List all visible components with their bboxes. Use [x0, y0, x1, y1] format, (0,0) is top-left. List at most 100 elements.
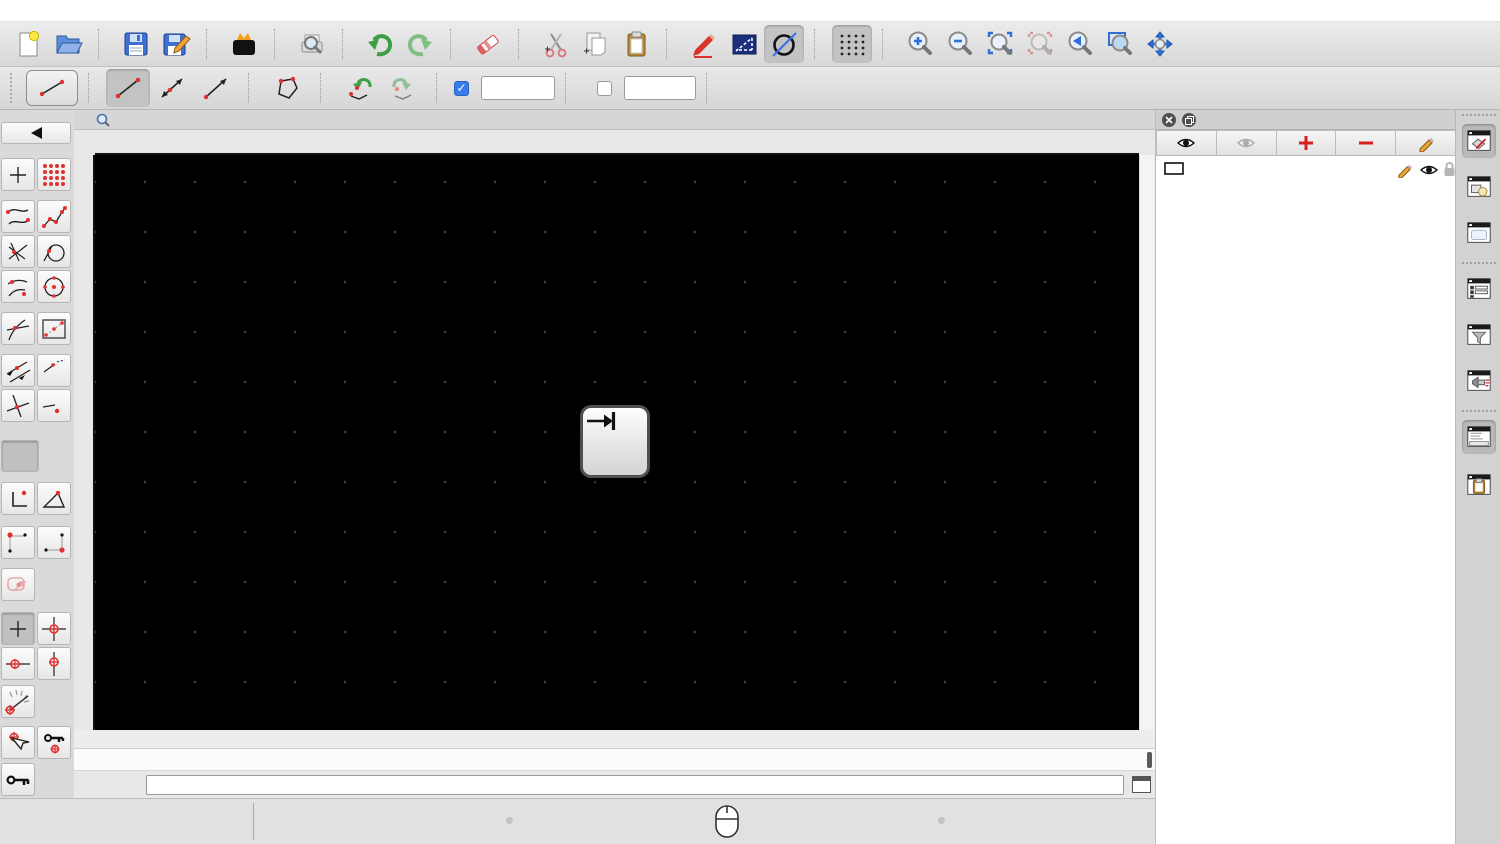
close-panel-button[interactable] — [1162, 113, 1176, 127]
layer-visibility-icon[interactable] — [1419, 163, 1439, 177]
vertical-scrollbar[interactable] — [1139, 155, 1154, 730]
status-dot — [938, 817, 945, 824]
grid-toggle-button[interactable] — [832, 25, 872, 63]
dock-layer-list-button[interactable] — [1462, 124, 1496, 158]
coord-cartesian-button[interactable] — [1, 482, 35, 515]
snap-endpoint-button[interactable] — [1, 647, 35, 680]
line-double-arrow-button[interactable] — [150, 69, 194, 107]
command-input[interactable] — [146, 775, 1124, 795]
add-layer-button[interactable] — [1276, 130, 1337, 156]
dock-entity-list-button[interactable] — [1462, 272, 1496, 306]
layer-edit-icon[interactable] — [1396, 161, 1413, 178]
zoom-pan-button[interactable] — [1140, 25, 1180, 63]
manual-point-button[interactable] — [37, 389, 71, 422]
circle-center-button[interactable] — [37, 270, 71, 303]
redo-segment-button[interactable] — [382, 69, 426, 107]
arc-tool-button[interactable] — [1, 270, 35, 303]
key-icon — [6, 775, 30, 785]
toolbar-separator — [88, 73, 98, 103]
pen-attributes-button[interactable] — [684, 25, 724, 63]
command-prompt-row — [74, 772, 1155, 798]
zoom-back-button[interactable] — [1060, 25, 1100, 63]
parallel-lines-button[interactable] — [1, 354, 35, 387]
horizontal-scrollbar[interactable] — [74, 730, 1155, 748]
corner-order-2-button[interactable] — [37, 526, 71, 559]
draft-mode-button[interactable] — [764, 25, 804, 63]
float-panel-button[interactable] — [1182, 113, 1196, 127]
angle-checkbox[interactable] — [597, 80, 612, 96]
line-two-points-button[interactable] — [106, 69, 150, 107]
tangent-lines-button[interactable] — [1, 235, 35, 268]
ortho-restrict-button[interactable] — [1, 568, 35, 601]
command-window-button[interactable] — [1132, 776, 1151, 793]
dock-block-list-button[interactable] — [1462, 170, 1496, 204]
attributes-button[interactable] — [724, 25, 764, 63]
remove-layer-button[interactable] — [1336, 130, 1397, 156]
zoom-auto-button[interactable] — [980, 25, 1020, 63]
toolbar-handle[interactable] — [10, 73, 20, 103]
circle-tangent-button[interactable] — [37, 235, 71, 268]
zoom-previous-button[interactable] — [1020, 25, 1060, 63]
undo-button[interactable] — [360, 25, 400, 63]
dock-library-button[interactable] — [1462, 216, 1496, 250]
show-all-layers-button[interactable] — [1156, 130, 1217, 156]
spline-tool-button[interactable] — [1, 200, 35, 233]
polyline-button[interactable] — [266, 69, 310, 107]
length-checkbox[interactable]: ✓ — [454, 80, 469, 96]
intersection-button[interactable] — [1, 389, 35, 422]
scissors-icon — [545, 33, 567, 58]
paste-button[interactable] — [616, 25, 656, 63]
clipboard-icon — [627, 31, 646, 57]
relative-zero-button[interactable] — [1, 763, 35, 796]
layer-row[interactable] — [1156, 158, 1456, 180]
toolbar-separator — [98, 29, 108, 59]
command-scrollbar-thumb[interactable] — [1147, 752, 1152, 768]
snap-auto-button[interactable] — [1, 440, 39, 472]
points-grid-button[interactable] — [37, 158, 71, 191]
palette-back-button[interactable] — [1, 122, 71, 144]
save-as-button[interactable] — [156, 25, 196, 63]
open-file-button[interactable] — [48, 25, 88, 63]
hide-all-layers-button[interactable] — [1216, 130, 1277, 156]
snap-middle-button[interactable] — [37, 647, 71, 680]
dock-clipboard-button[interactable] — [1462, 468, 1496, 502]
save-button[interactable] — [116, 25, 156, 63]
zoom-out-button[interactable] — [940, 25, 980, 63]
length-input[interactable] — [481, 76, 555, 100]
snap-free-button[interactable] — [1, 612, 35, 645]
new-file-button[interactable] — [8, 25, 48, 63]
select-entity-button[interactable] — [1, 726, 35, 759]
sequence-lines-button[interactable] — [37, 354, 71, 387]
print-preview-button[interactable] — [292, 25, 332, 63]
snap-restrict-button[interactable] — [580, 405, 650, 478]
rect-dashed-button[interactable] — [37, 312, 71, 345]
lock-relative-zero-button[interactable] — [37, 726, 71, 759]
coord-polar-button[interactable] — [37, 482, 71, 515]
dock-handle[interactable] — [1462, 114, 1496, 116]
copy-button[interactable] — [576, 25, 616, 63]
layer-panel-titlebar — [1156, 110, 1456, 130]
toolbar-separator — [248, 73, 258, 103]
curve-tangent-button[interactable] — [1, 312, 35, 345]
dock-command-echo-button[interactable] — [1462, 364, 1496, 398]
cut-button[interactable] — [536, 25, 576, 63]
zoom-in-button[interactable] — [900, 25, 940, 63]
dock-command-line-button[interactable] — [1462, 420, 1496, 454]
point-tool-button[interactable] — [1, 158, 35, 191]
point-plus-icon — [10, 166, 26, 183]
line-arrow-button[interactable] — [194, 69, 238, 107]
edit-layer-button[interactable] — [1396, 130, 1456, 156]
zoom-window-button[interactable] — [1100, 25, 1140, 63]
delete-button[interactable] — [468, 25, 508, 63]
dock-filter-button[interactable] — [1462, 318, 1496, 352]
drawing-canvas[interactable] — [95, 155, 1139, 730]
angle-input[interactable] — [624, 76, 696, 100]
corner-order-1-button[interactable] — [1, 526, 35, 559]
redo-button[interactable] — [400, 25, 440, 63]
svg-export-button[interactable] — [224, 25, 264, 63]
snap-angle-button[interactable] — [1, 685, 35, 718]
snap-grid-button[interactable] — [37, 612, 71, 645]
toolbar-separator — [342, 29, 352, 59]
polyline-points-button[interactable] — [37, 200, 71, 233]
undo-segment-button[interactable] — [338, 69, 382, 107]
